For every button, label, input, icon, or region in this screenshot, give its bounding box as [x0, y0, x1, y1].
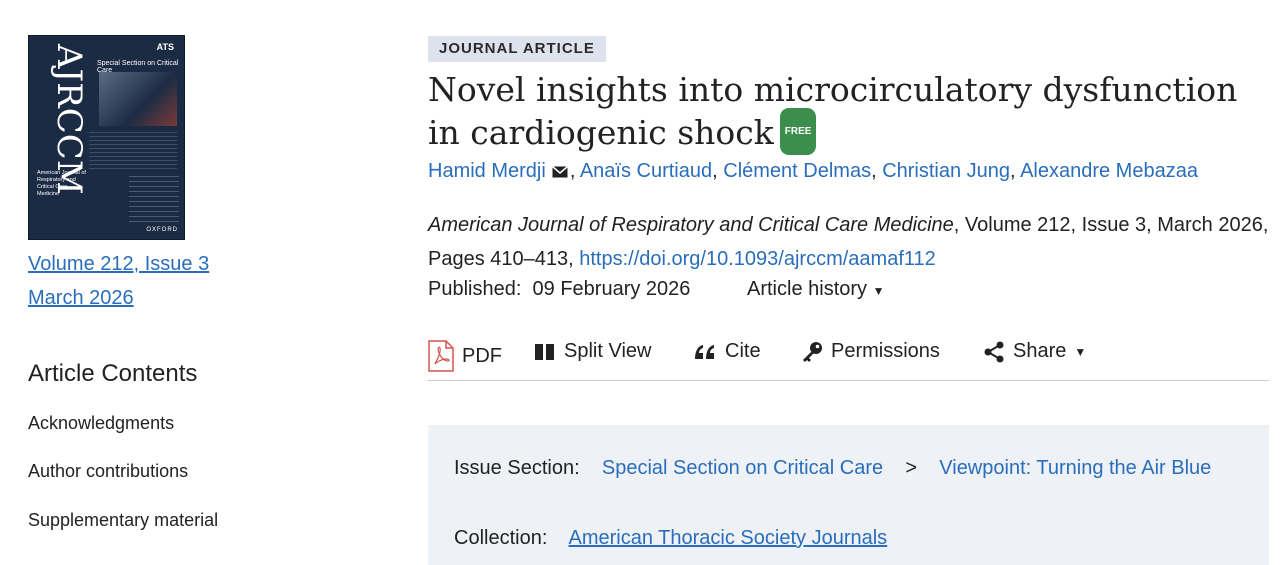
collection-line: Collection: American Thoracic Society Jo… [454, 527, 887, 550]
permissions-button[interactable]: Permissions [801, 340, 940, 363]
cover-journal-abbrev: AJRCCM [49, 44, 89, 195]
key-icon [803, 341, 822, 362]
share-label: Share [1013, 340, 1067, 362]
issue-date-link[interactable]: March 2026 [28, 287, 134, 310]
citation-block: American Journal of Respiratory and Crit… [428, 208, 1278, 276]
cover-journal-name: American Journal of Respiratory and Crit… [37, 170, 86, 197]
issue-info-panel: Issue Section: Special Section on Critic… [428, 425, 1269, 565]
article-contents-heading: Article Contents [28, 360, 198, 387]
published-label: Published: [428, 278, 522, 300]
author-link-mebazaa[interactable]: Alexandre Mebazaa [1020, 160, 1198, 182]
doi-link[interactable]: https://doi.org/10.1093/ajrccm/aamaf112 [579, 248, 936, 270]
author-link-delmas[interactable]: Clément Delmas [723, 160, 871, 182]
permissions-label: Permissions [831, 340, 940, 362]
article-history-toggle[interactable]: Article history ▼ [747, 278, 884, 301]
article-title-text: Novel insights into microcirculatory dys… [428, 70, 1238, 152]
caret-down-icon: ▼ [872, 284, 885, 298]
contents-item-supplementary-material[interactable]: Supplementary material [28, 510, 218, 531]
published-date: 09 February 2026 [532, 278, 691, 300]
collection-label: Collection: [454, 527, 548, 549]
journal-name: American Journal of Respiratory and Crit… [428, 214, 954, 236]
breadcrumb-separator: > [905, 457, 918, 479]
article-type-badge: JOURNAL ARTICLE [428, 36, 606, 62]
pdf-label: PDF [462, 344, 502, 367]
cite-button[interactable]: Cite [693, 340, 761, 363]
issue-section-line: Issue Section: Special Section on Critic… [454, 451, 1234, 485]
author-list: Hamid Merdji, Anaïs Curtiaud, Clément De… [428, 160, 1198, 182]
share-button[interactable]: Share ▼ [983, 340, 1086, 363]
issue-section-link-critical-care[interactable]: Special Section on Critical Care [602, 457, 883, 479]
author-link-merdji[interactable]: Hamid Merdji [428, 160, 546, 182]
contents-item-acknowledgments[interactable]: Acknowledgments [28, 413, 174, 434]
author-link-curtiaud[interactable]: Anaïs Curtiaud [580, 160, 712, 182]
issue-volume-link[interactable]: Volume 212, Issue 3 [28, 253, 209, 276]
split-view-label: Split View [564, 340, 652, 362]
pdf-button[interactable]: PDF [428, 340, 502, 372]
cite-label: Cite [725, 340, 761, 362]
article-title: Novel insights into microcirculatory dys… [428, 68, 1278, 155]
published-line: Published: 09 February 2026 [428, 278, 690, 301]
contents-item-author-contributions[interactable]: Author contributions [28, 461, 188, 482]
cover-oxford-logo: OXFORD [146, 227, 178, 233]
envelope-icon[interactable] [551, 166, 568, 178]
article-history-label: Article history [747, 278, 868, 300]
share-icon [984, 341, 1004, 362]
cover-toc-block [129, 176, 179, 226]
pdf-icon [428, 340, 454, 372]
issue-section-link-viewpoint[interactable]: Viewpoint: Turning the Air Blue [939, 457, 1211, 479]
caret-down-icon: ▼ [1074, 344, 1087, 359]
issue-section-label: Issue Section: [454, 457, 580, 479]
article-toolbar: PDF Split View Cite Permissions Share ▼ [428, 336, 1269, 381]
cover-text-block [89, 132, 177, 172]
split-view-button[interactable]: Split View [534, 340, 651, 363]
collection-link[interactable]: American Thoracic Society Journals [569, 527, 888, 549]
split-view-icon [535, 343, 554, 360]
author-link-jung[interactable]: Christian Jung [882, 160, 1010, 182]
quote-icon [695, 344, 714, 359]
journal-cover-image[interactable]: AJRCCM ATS Special Section on Critical C… [28, 35, 185, 240]
free-access-badge: FREE [779, 107, 817, 155]
cover-ats-logo: ATS [156, 42, 174, 52]
cover-xray-image [99, 72, 177, 126]
